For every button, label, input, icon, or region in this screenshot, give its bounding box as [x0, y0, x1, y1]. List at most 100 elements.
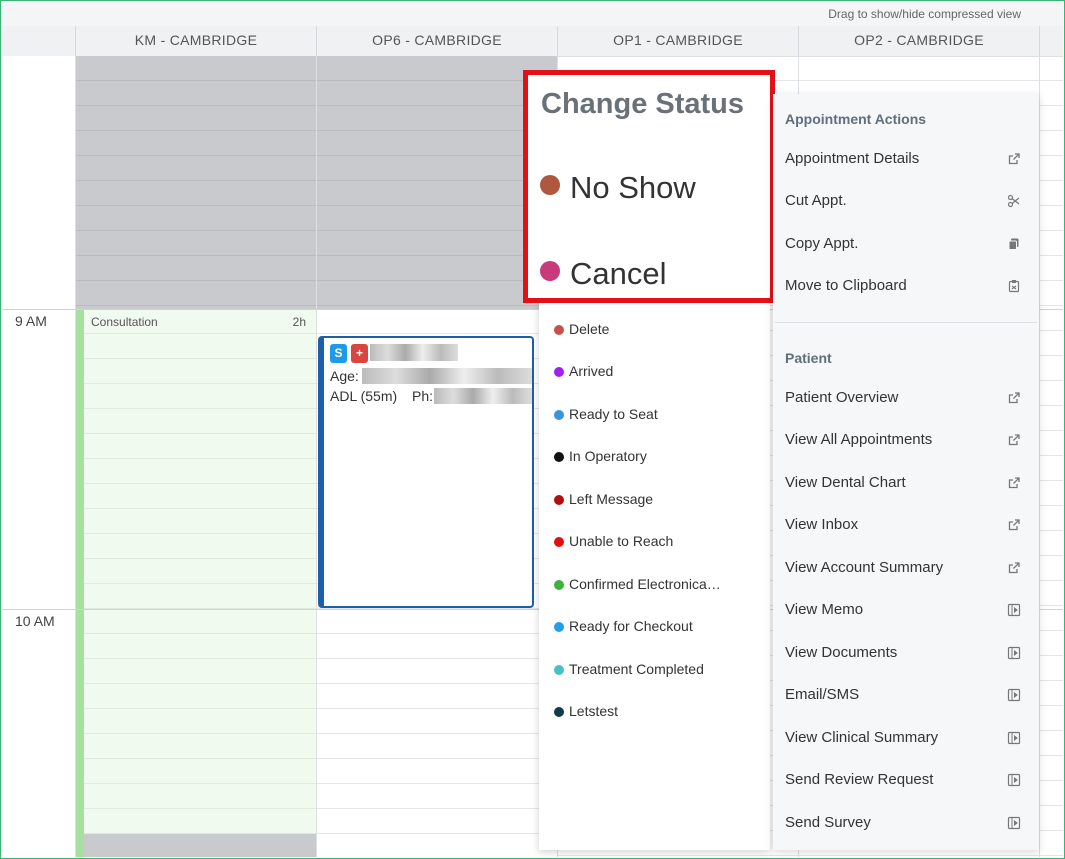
cancel-label: Cancel: [570, 256, 667, 291]
menu-item-view-dental-chart[interactable]: View Dental Chart: [785, 473, 1025, 493]
status-item-arrived[interactable]: Arrived: [554, 361, 613, 381]
change-status-highlight: Change Status No Show Cancel: [523, 70, 775, 303]
scissors-icon: [1007, 194, 1020, 208]
external-link-icon: [1008, 519, 1020, 531]
status-label: Unable to Reach: [569, 533, 674, 549]
appointment-card[interactable]: S + Age: ADL (55m) Ph:: [318, 336, 534, 608]
menu-item-label: View All Appointments: [785, 431, 933, 448]
menu-item-label: Patient Overview: [785, 389, 899, 406]
cancel-dot-icon: [540, 261, 560, 281]
drag-hint: Drag to show/hide compressed view: [828, 7, 1021, 21]
menu-item-view-memo[interactable]: View Memo: [785, 600, 1025, 620]
status-dot-icon: [554, 367, 564, 377]
menu-item-view-account-summary[interactable]: View Account Summary: [785, 558, 1025, 578]
phone-label: Ph:: [412, 388, 434, 404]
no-show-dot-icon: [540, 175, 560, 195]
menu-item-appointment-details[interactable]: Appointment Details: [785, 149, 1025, 169]
schedule-column-km[interactable]: Consultation 2h: [75, 56, 316, 857]
actions-menu: Appointment Actions Patient Appointment …: [773, 94, 1039, 850]
status-dot-icon: [554, 665, 564, 675]
status-label: Left Message: [569, 491, 654, 507]
consultation-label: Consultation: [91, 315, 158, 329]
external-link-icon: [1008, 477, 1020, 489]
column-header-overflow: [1039, 26, 1063, 56]
external-link-icon: [1008, 562, 1020, 574]
status-item-ready-to-seat[interactable]: Ready to Seat: [554, 404, 658, 424]
clipboard-icon: [1008, 280, 1020, 293]
menu-item-label: View Inbox: [785, 516, 859, 533]
status-item-delete[interactable]: Delete: [554, 319, 609, 339]
menu-item-label: Send Review Request: [785, 771, 934, 788]
status-dot-icon: [554, 325, 564, 335]
status-label: Treatment Completed: [569, 661, 704, 677]
menu-item-email-sms[interactable]: Email/SMS: [785, 685, 1025, 705]
time-label-10am: 10 AM: [15, 613, 55, 629]
status-item-letstest[interactable]: Letstest: [554, 701, 618, 721]
menu-item-view-inbox[interactable]: View Inbox: [785, 515, 1025, 535]
column-header-op2[interactable]: OP2 - CAMBRIDGE: [798, 26, 1039, 56]
menu-item-label: View Memo: [785, 601, 864, 618]
menu-item-move-to-clipboard[interactable]: Move to Clipboard: [785, 276, 1025, 296]
consultation-stripe-bottom: [76, 834, 84, 857]
blocked-time-bottom: [84, 834, 316, 857]
panel-icon: [1007, 731, 1021, 745]
column-header-km[interactable]: KM - CAMBRIDGE: [75, 26, 316, 56]
status-cancel[interactable]: Cancel: [540, 256, 667, 292]
age-label: Age:: [330, 368, 359, 384]
status-item-ready-for-checkout[interactable]: Ready for Checkout: [554, 616, 693, 636]
status-item-in-operatory[interactable]: In Operatory: [554, 446, 647, 466]
menu-item-label: Move to Clipboard: [785, 277, 907, 294]
redacted-phone: [434, 388, 532, 404]
procedure-label: ADL (55m): [330, 388, 398, 404]
status-label: Letstest: [569, 703, 619, 719]
time-gutter: 9 AM 10 AM: [2, 56, 75, 857]
menu-item-copy-appt[interactable]: Copy Appt.: [785, 234, 1025, 254]
consultation-block[interactable]: [84, 309, 316, 834]
menu-item-label: Copy Appt.: [785, 235, 859, 252]
menu-item-view-clinical-summary[interactable]: View Clinical Summary: [785, 728, 1025, 748]
panel-icon: [1007, 816, 1021, 830]
panel-icon: [1007, 688, 1021, 702]
status-menu: Delete Arrived Ready to Seat In Operatory Le…: [539, 300, 770, 850]
menu-item-view-documents[interactable]: View Documents: [785, 643, 1025, 663]
blocked-time: [76, 56, 316, 309]
column-header-op6[interactable]: OP6 - CAMBRIDGE: [316, 26, 557, 56]
status-dot-icon: [554, 495, 564, 505]
status-label: Arrived: [569, 363, 614, 379]
plus-badge: +: [351, 344, 368, 363]
status-item-left-message[interactable]: Left Message: [554, 489, 653, 509]
menu-item-label: View Account Summary: [785, 559, 944, 576]
status-label: In Operatory: [569, 448, 647, 464]
menu-item-view-all-appointments[interactable]: View All Appointments: [785, 430, 1025, 450]
external-link-icon: [1008, 392, 1020, 404]
redacted-age: [362, 368, 532, 384]
no-show-label: No Show: [570, 170, 696, 205]
menu-item-send-survey[interactable]: Send Survey: [785, 813, 1025, 833]
copy-icon: [1008, 238, 1019, 250]
status-label: Confirmed Electronica…: [569, 576, 721, 592]
time-label-9am: 9 AM: [15, 313, 47, 329]
consultation-duration: 2h: [292, 315, 306, 329]
menu-item-cut-appt[interactable]: Cut Appt.: [785, 191, 1025, 211]
compressed-view-bar[interactable]: Drag to show/hide compressed view: [2, 2, 1063, 26]
status-no-show[interactable]: No Show: [540, 170, 696, 206]
patient-section-title: Patient: [785, 350, 832, 366]
menu-item-label: Cut Appt.: [785, 192, 847, 209]
status-item-treatment-completed[interactable]: Treatment Completed: [554, 659, 704, 679]
column-header-op1[interactable]: OP1 - CAMBRIDGE: [557, 26, 798, 56]
panel-icon: [1007, 603, 1021, 617]
status-item-unable-to-reach[interactable]: Unable to Reach: [554, 531, 673, 551]
menu-item-patient-overview[interactable]: Patient Overview: [785, 388, 1025, 408]
menu-item-label: View Documents: [785, 644, 898, 661]
status-dot-icon: [554, 537, 564, 547]
menu-item-label: Email/SMS: [785, 686, 860, 703]
status-dot-icon: [554, 452, 564, 462]
menu-item-send-review-request[interactable]: Send Review Request: [785, 770, 1025, 790]
consultation-stripe: [76, 309, 84, 834]
menu-item-label: View Clinical Summary: [785, 729, 939, 746]
status-dot-icon: [554, 410, 564, 420]
external-link-icon: [1008, 153, 1020, 165]
external-link-icon: [1008, 434, 1020, 446]
status-item-confirmed-electronica[interactable]: Confirmed Electronica…: [554, 574, 721, 594]
change-status-title: Change Status: [541, 88, 745, 120]
